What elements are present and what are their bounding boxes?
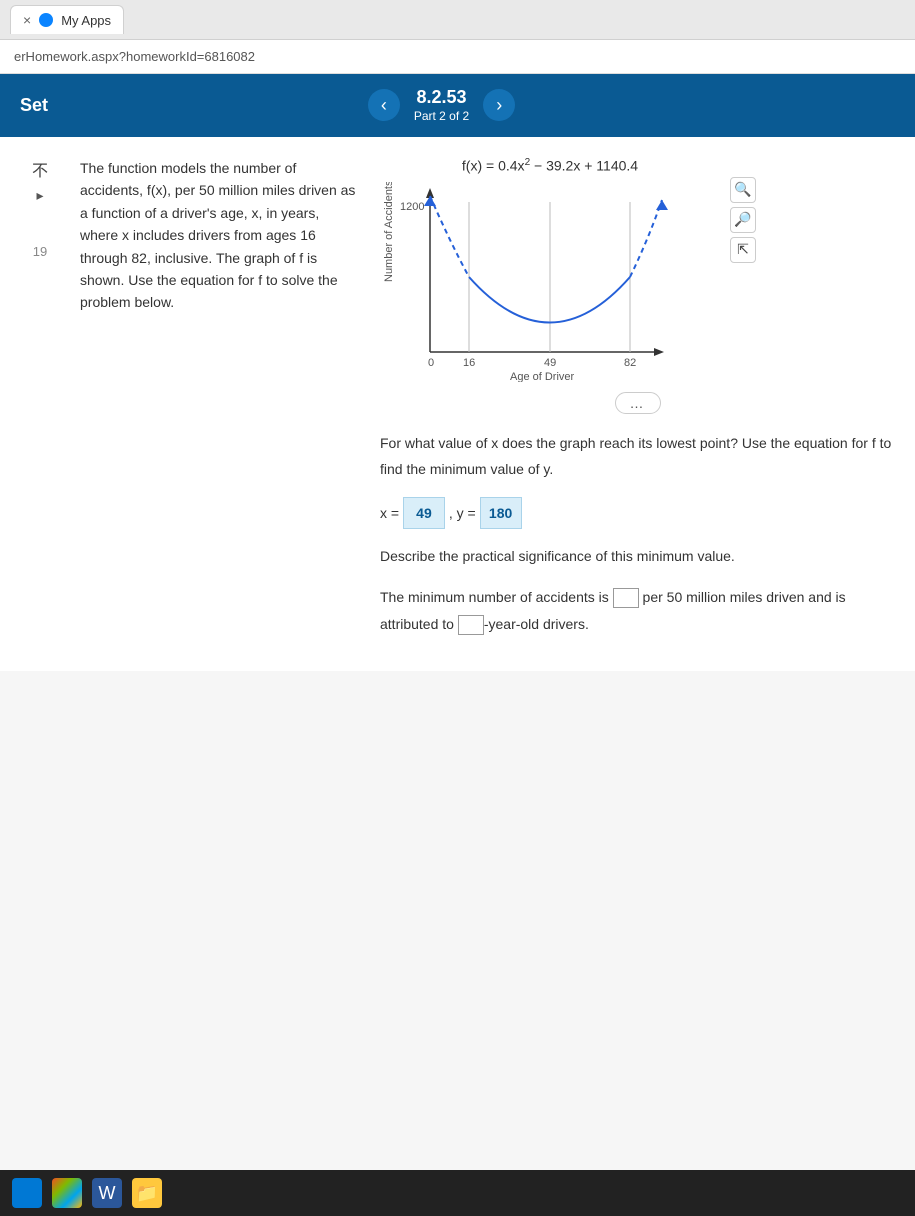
content-area: 不 ▸ 19 The function models the number of…: [0, 137, 915, 671]
sentence-part-a: The minimum number of accidents is: [380, 589, 609, 605]
svg-text:82: 82: [624, 357, 636, 369]
expand-icon[interactable]: ▸: [36, 187, 43, 204]
x-equals-label: x =: [380, 505, 399, 521]
browser-tab-bar: × My Apps: [0, 0, 915, 40]
chart-svg: 1200 0 16 49 82 Age of Driver Number of …: [380, 182, 680, 382]
svg-text:16: 16: [463, 357, 475, 369]
app-header: Set ‹ 8.2.53 Part 2 of 2 ›: [0, 74, 915, 137]
question-1: For what value of x does the graph reach…: [380, 430, 895, 483]
sentence-row: The minimum number of accidents is per 5…: [380, 584, 895, 637]
taskbar-word-icon[interactable]: W: [92, 1178, 122, 1208]
svg-text:Number of Accidents: Number of Accidents: [383, 182, 395, 282]
ellipsis-icon[interactable]: …: [615, 392, 661, 414]
sentence-part-c: -year-old drivers.: [484, 616, 589, 632]
prev-question-button[interactable]: ‹: [368, 89, 400, 121]
question-number: 8.2.53: [414, 86, 469, 109]
sidebar-glyph: 不: [32, 157, 48, 181]
svg-text:49: 49: [544, 357, 556, 369]
chart-equation: f(x) = 0.4x2 − 39.2x + 1140.4: [380, 157, 720, 174]
zoom-in-icon[interactable]: 🔍: [730, 177, 756, 203]
chart-toolbar: 🔍 🔎 ⇱: [730, 177, 756, 263]
right-column: f(x) = 0.4x2 − 39.2x + 1140.4 1200 0 16 …: [380, 157, 895, 651]
question-part: Part 2 of 2: [414, 109, 469, 125]
browser-tab[interactable]: × My Apps: [10, 5, 124, 34]
svg-text:1200: 1200: [400, 201, 424, 213]
accidents-blank-input[interactable]: [613, 588, 639, 608]
question-2: Describe the practical significance of t…: [380, 543, 895, 570]
more-indicator[interactable]: …: [380, 392, 895, 414]
taskbar: W 📁: [0, 1170, 915, 1216]
tab-favicon-icon: [39, 13, 53, 27]
problem-text: The function models the number of accide…: [80, 157, 360, 314]
chart-container: f(x) = 0.4x2 − 39.2x + 1140.4 1200 0 16 …: [380, 157, 720, 382]
row-number: 19: [33, 244, 47, 259]
taskbar-app-1-icon[interactable]: [12, 1178, 42, 1208]
problem-statement: The function models the number of accide…: [80, 157, 360, 651]
y-answer-input[interactable]: 180: [480, 497, 522, 530]
svg-text:Age of Driver: Age of Driver: [510, 371, 575, 382]
question-nav: ‹ 8.2.53 Part 2 of 2 ›: [368, 86, 515, 125]
taskbar-explorer-icon[interactable]: 📁: [132, 1178, 162, 1208]
age-blank-input[interactable]: [458, 615, 484, 635]
svg-text:0: 0: [428, 357, 434, 369]
question-body: For what value of x does the graph reach…: [380, 430, 895, 638]
set-label: Set: [20, 95, 48, 116]
answer-row-1: x = 49 , y = 180: [380, 497, 895, 530]
url-text: erHomework.aspx?homeworkId=6816082: [14, 49, 255, 64]
x-answer-input[interactable]: 49: [403, 497, 445, 530]
popout-icon[interactable]: ⇱: [730, 237, 756, 263]
url-bar[interactable]: erHomework.aspx?homeworkId=6816082: [0, 40, 915, 74]
y-equals-label: , y =: [449, 505, 476, 521]
taskbar-app-2-icon[interactable]: [52, 1178, 82, 1208]
sidebar-strip: 不 ▸ 19: [20, 157, 60, 651]
zoom-out-icon[interactable]: 🔎: [730, 207, 756, 233]
tab-close-icon[interactable]: ×: [23, 12, 31, 28]
tab-title: My Apps: [61, 13, 111, 28]
next-question-button[interactable]: ›: [483, 89, 515, 121]
